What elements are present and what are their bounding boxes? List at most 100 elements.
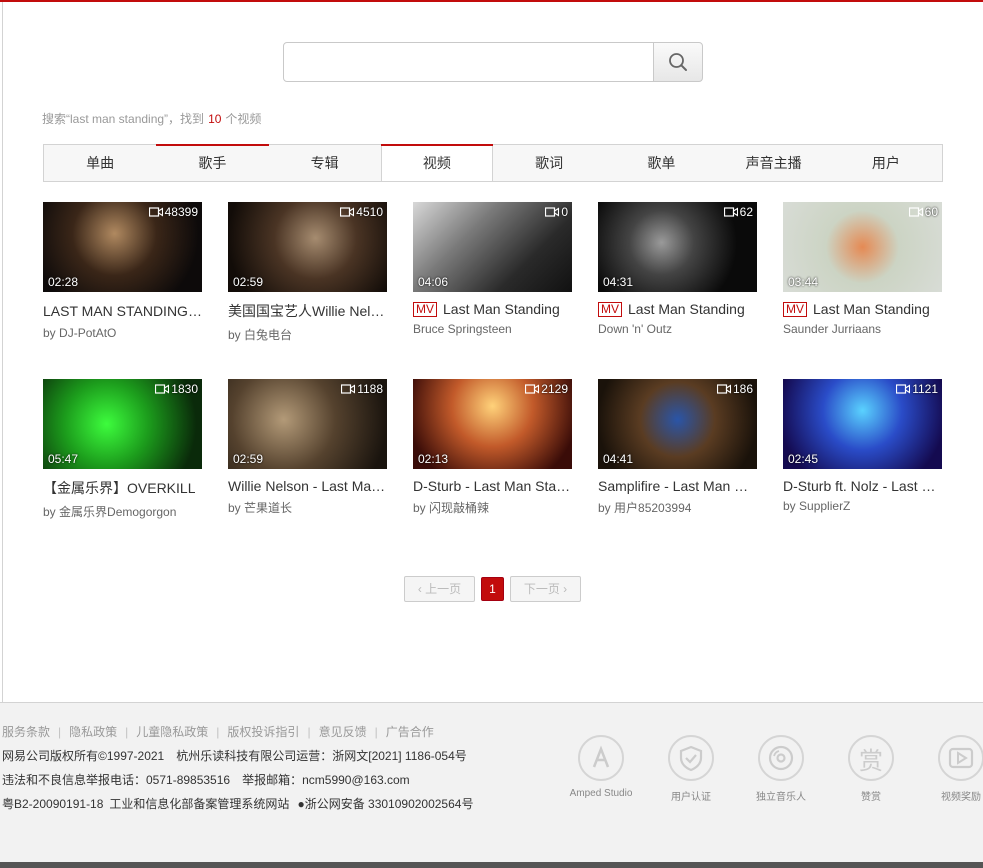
by-label: by <box>43 505 56 519</box>
video-author[interactable]: Down 'n' Outz <box>598 322 672 336</box>
video-author[interactable]: 闪现敲桶辣 <box>429 501 489 515</box>
page-number-current[interactable]: 1 <box>481 577 504 601</box>
video-camera-icon <box>716 384 731 394</box>
video-thumbnail[interactable]: 60 03:44 <box>783 202 942 292</box>
video-title-text: D-Sturb - Last Man Standing <box>413 478 572 494</box>
tab-albums[interactable]: 专辑 <box>269 145 381 181</box>
video-author[interactable]: 用户85203994 <box>614 501 691 515</box>
tab-videos[interactable]: 视频 <box>380 144 494 181</box>
video-title-text: Willie Nelson - Last Man Standing <box>228 478 387 494</box>
video-author-row: by SupplierZ <box>783 499 942 513</box>
play-count-value: 1830 <box>171 382 198 396</box>
video-author-row: Bruce Springsteen <box>413 322 572 336</box>
badge-appreciate[interactable]: 赏 赞赏 <box>826 735 916 803</box>
footer-link-ads[interactable]: 广告合作 <box>386 725 434 739</box>
search-type-tabs: 单曲 歌手 专辑 视频 歌词 歌单 声音主播 用户 <box>43 144 943 182</box>
video-camera-icon <box>155 384 170 394</box>
footer-link-terms[interactable]: 服务条款 <box>2 725 50 739</box>
video-thumbnail[interactable]: 186 04:41 <box>598 379 757 469</box>
tab-podcasters[interactable]: 声音主播 <box>718 145 830 181</box>
video-title[interactable]: MV Last Man Standing <box>783 301 942 317</box>
video-camera-icon <box>545 207 560 217</box>
video-duration: 04:06 <box>418 275 449 289</box>
police-record-link[interactable]: 浙公网安备 33010902002564号 <box>305 797 474 811</box>
video-author[interactable]: Saunder Jurriaans <box>783 322 881 336</box>
video-author[interactable]: DJ-PotAtO <box>59 326 116 340</box>
video-title-text: D-Sturb ft. Nolz - Last Man Standing <box>783 478 942 494</box>
prev-page-button[interactable]: ‹ 上一页 <box>404 576 475 602</box>
badge-indie-musician[interactable]: 独立音乐人 <box>736 735 826 803</box>
video-author[interactable]: 芒果道长 <box>244 501 292 515</box>
play-count: 60 <box>908 205 938 219</box>
next-page-button[interactable]: 下一页 › <box>510 576 581 602</box>
miit-link[interactable]: 工业和信息化部备案管理系统网站 <box>109 797 289 811</box>
video-card: 62 04:31 MV Last Man Standing Down 'n' Outz <box>598 202 757 336</box>
video-title-text: 美国国宝艺人Willie Nelson <box>228 303 387 319</box>
divider: | <box>58 725 62 739</box>
video-card: 1121 02:45 D-Sturb ft. Nolz - Last Man Sta… <box>783 379 942 513</box>
play-count-value: 60 <box>924 205 938 219</box>
tab-lyrics[interactable]: 歌词 <box>493 145 605 181</box>
footer: 服务条款 | 隐私政策 | 儿童隐私政策 | 版权投诉指引 | 意见反馈 | 广告合作 网易公司版权… <box>0 702 983 862</box>
video-title[interactable]: MV Last Man Standing <box>598 301 757 317</box>
video-thumbnail[interactable]: 62 04:31 <box>598 202 757 292</box>
video-title[interactable]: Willie Nelson - Last Man Standing <box>228 478 387 494</box>
report-phone: 违法和不良信息举报电话：0571-89853516 <box>2 773 231 787</box>
video-title-text: Last Man Standing <box>443 301 560 317</box>
search-input[interactable] <box>283 42 654 82</box>
video-thumbnail[interactable]: 1188 02:59 <box>228 379 387 469</box>
next-page-label: 下一页 <box>523 582 560 596</box>
result-suffix: 个视频 <box>225 112 262 126</box>
search-button[interactable] <box>653 42 703 82</box>
tab-songs[interactable]: 单曲 <box>44 145 156 181</box>
footer-link-copyright[interactable]: 版权投诉指引 <box>227 725 299 739</box>
video-thumbnail[interactable]: 2129 02:13 <box>413 379 572 469</box>
video-thumbnail[interactable]: 0 04:06 <box>413 202 572 292</box>
badge-amped-studio[interactable]: Amped Studio <box>556 735 646 803</box>
video-card: 2129 02:13 D-Sturb - Last Man Standing by 闪… <box>413 379 572 516</box>
video-title[interactable]: 【金属乐界】OVERKILL <box>43 478 202 498</box>
video-thumbnail[interactable]: 4510 02:59 <box>228 202 387 292</box>
footer-link-feedback[interactable]: 意见反馈 <box>319 725 367 739</box>
play-count: 2129 <box>525 382 568 396</box>
video-title[interactable]: MV Last Man Standing <box>413 301 572 317</box>
video-title[interactable]: Samplifire - Last Man Standing <box>598 478 757 494</box>
footer-link-child-privacy[interactable]: 儿童隐私政策 <box>136 725 208 739</box>
video-thumbnail[interactable]: 1121 02:45 <box>783 379 942 469</box>
video-title-text: Last Man Standing <box>813 301 930 317</box>
play-count: 62 <box>723 205 753 219</box>
tab-artists[interactable]: 歌手 <box>156 144 269 181</box>
badge-label: 独立音乐人 <box>756 792 806 803</box>
video-play-icon <box>938 735 983 781</box>
operator-text: 杭州乐读科技有限公司运营：浙网文[2021] 1186-054号 <box>176 749 467 763</box>
prev-page-label: 上一页 <box>425 582 462 596</box>
mv-badge: MV <box>598 301 622 317</box>
video-card: 186 04:41 Samplifire - Last Man Standing by… <box>598 379 757 516</box>
play-count-value: 186 <box>732 382 753 396</box>
divider: | <box>125 725 129 739</box>
video-title[interactable]: D-Sturb ft. Nolz - Last Man Standing <box>783 478 942 494</box>
video-author[interactable]: 金属乐界Demogorgon <box>59 505 176 519</box>
divider: | <box>216 725 220 739</box>
video-author-row: by DJ-PotAtO <box>43 326 202 340</box>
video-author[interactable]: Bruce Springsteen <box>413 322 512 336</box>
badge-video-reward[interactable]: 视频奖励 <box>916 735 983 803</box>
tab-playlists[interactable]: 歌单 <box>605 145 717 181</box>
video-title[interactable]: D-Sturb - Last Man Standing <box>413 478 572 494</box>
video-duration: 03:44 <box>788 275 819 289</box>
video-title[interactable]: LAST MAN STANDING（Hip-Hop） <box>43 301 202 321</box>
pagination: ‹ 上一页 1 下一页 › <box>404 576 581 602</box>
video-title[interactable]: 美国国宝艺人Willie Nelson <box>228 301 387 321</box>
tab-users[interactable]: 用户 <box>830 145 942 181</box>
result-prefix: 搜索“last man standing”，找到 <box>42 112 205 126</box>
video-thumbnail[interactable]: 48399 02:28 <box>43 202 202 292</box>
by-label: by <box>228 328 241 342</box>
video-card: 1188 02:59 Willie Nelson - Last Man Standi… <box>228 379 387 516</box>
video-author[interactable]: SupplierZ <box>799 499 850 513</box>
video-author[interactable]: 白兔电台 <box>244 328 292 342</box>
report-email: 举报邮箱：ncm5990@163.com <box>242 773 410 787</box>
footer-link-privacy[interactable]: 隐私政策 <box>69 725 117 739</box>
video-thumbnail[interactable]: 1830 05:47 <box>43 379 202 469</box>
by-label: by <box>598 501 611 515</box>
badge-user-verify[interactable]: 用户认证 <box>646 735 736 803</box>
